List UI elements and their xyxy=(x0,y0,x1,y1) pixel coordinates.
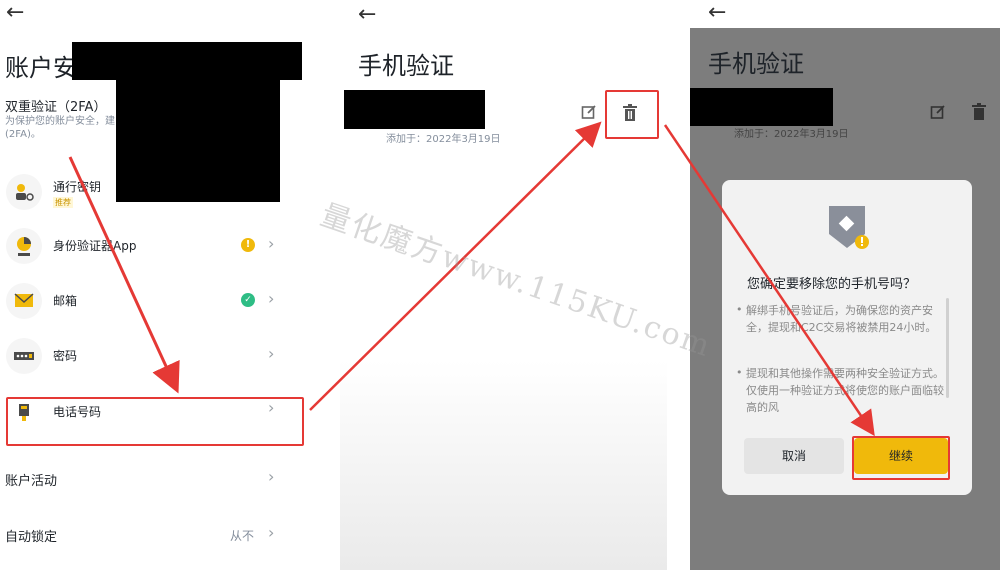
arrow-to-continue-button xyxy=(663,124,875,437)
arrow-to-phone-row xyxy=(68,156,180,394)
